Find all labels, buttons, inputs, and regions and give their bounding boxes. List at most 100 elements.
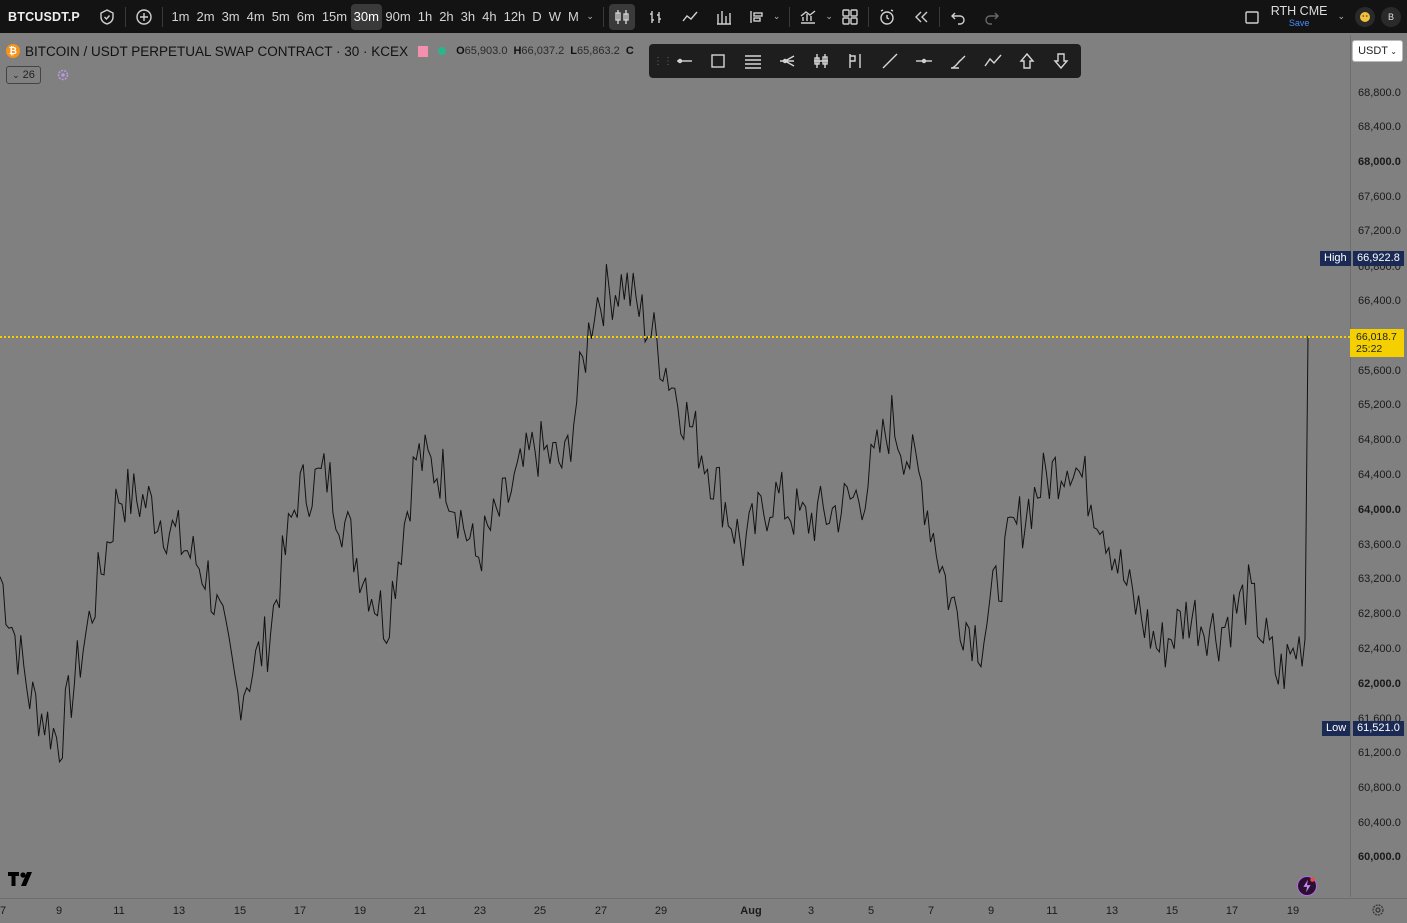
tradingview-logo[interactable] — [7, 870, 37, 888]
indicator-count: 26 — [22, 69, 35, 81]
indicators-icon[interactable] — [795, 4, 821, 30]
interval-m[interactable]: M — [564, 4, 582, 30]
avatar[interactable]: B — [1381, 6, 1401, 27]
price-tick: 60,400.0 — [1358, 817, 1401, 829]
price-tick: 61,200.0 — [1358, 747, 1401, 759]
symbol-search-button[interactable]: BTCUSDT.P — [0, 0, 80, 33]
currency-select[interactable]: USDT ⌄ — [1352, 40, 1403, 62]
path-icon[interactable] — [976, 44, 1010, 78]
interval-w[interactable]: W — [545, 4, 564, 30]
interval-90m[interactable]: 90m — [382, 4, 414, 30]
price-range-icon[interactable] — [804, 44, 838, 78]
bars-chart-type-icon[interactable] — [643, 4, 669, 30]
ohlc-high: H66,037.2 — [513, 45, 565, 57]
redo-icon[interactable] — [979, 4, 1005, 30]
trend-line-icon[interactable] — [873, 44, 907, 78]
interval-3m[interactable]: 3m — [218, 4, 243, 30]
columns-chart-type-icon[interactable] — [711, 4, 737, 30]
time-tick: 5 — [867, 905, 875, 917]
price-chart[interactable] — [0, 35, 1350, 897]
price-tick: 63,600.0 — [1358, 539, 1401, 551]
price-tick: 67,600.0 — [1358, 191, 1401, 203]
bar-countdown: 25:22 — [1356, 343, 1383, 355]
indicator-settings-icon[interactable] — [56, 68, 70, 82]
emoji-icon[interactable] — [1355, 6, 1375, 27]
interval-2h[interactable]: 2h — [436, 4, 457, 30]
interval-30m[interactable]: 30m — [350, 3, 382, 30]
market-status-icon[interactable] — [438, 47, 447, 55]
layouts-grid-icon[interactable] — [837, 4, 863, 30]
shield-icon[interactable] — [94, 4, 120, 30]
price-tick: 65,600.0 — [1358, 365, 1401, 377]
parallel-channel-icon[interactable] — [736, 44, 770, 78]
replay-icon[interactable] — [908, 4, 934, 30]
horizontal-line-icon[interactable] — [907, 44, 941, 78]
fullscreen-square-icon[interactable] — [1239, 4, 1265, 30]
interval-d[interactable]: D — [529, 4, 545, 30]
candles-chart-type-icon[interactable] — [608, 3, 635, 30]
time-axis[interactable] — [0, 898, 1407, 923]
price-tick: 62,000.0 — [1358, 678, 1401, 690]
layout-chevron-down-icon[interactable]: ⌄ — [1333, 11, 1349, 22]
tradingview-app: BTCUSDT.P 1m 2m 3m 4m 5m 6m 15m 30m 90m 1h 2h 3h 4h 1… — [0, 0, 1407, 923]
bitcoin-logo-icon: ₿ — [6, 44, 20, 58]
price-tick: 64,400.0 — [1358, 469, 1401, 481]
last-price-value: 66,018.7 — [1356, 331, 1397, 343]
chart-type-chevron-down-icon[interactable]: ⌄ — [769, 11, 785, 22]
time-tick: 19 — [353, 905, 367, 917]
add-symbol-icon[interactable] — [131, 4, 157, 30]
lightning-bolt-icon[interactable] — [1297, 876, 1317, 896]
price-tick: 68,400.0 — [1358, 121, 1401, 133]
interval-4h[interactable]: 4h — [479, 4, 500, 30]
time-tick: 7 — [927, 905, 935, 917]
interval-6m[interactable]: 6m — [293, 4, 318, 30]
high-label-badge: High — [1320, 251, 1351, 266]
time-tick: 17 — [1225, 905, 1239, 917]
indicators-chevron-down-icon[interactable]: ⌄ — [821, 11, 837, 22]
chart-style-icon[interactable] — [743, 4, 769, 30]
time-tick: 13 — [172, 905, 186, 917]
interval-2m[interactable]: 2m — [193, 4, 218, 30]
arrow-down-icon[interactable] — [1044, 44, 1078, 78]
interval-15m[interactable]: 15m — [318, 4, 350, 30]
time-tick: 25 — [533, 905, 547, 917]
time-tick: 7 — [0, 905, 7, 917]
drag-handle-icon[interactable]: ⋮⋮ — [653, 56, 673, 67]
chart-legend: ₿ BITCOIN / USDT PERPETUAL SWAP CONTRACT… — [6, 42, 640, 60]
interval-chevron-down-icon[interactable]: ⌄ — [582, 11, 598, 22]
currency-label: USDT — [1358, 45, 1389, 57]
symbol-title[interactable]: BITCOIN / USDT PERPETUAL SWAP CONTRACT ·… — [25, 44, 408, 59]
time-tick: 17 — [293, 905, 307, 917]
pitchfork-icon[interactable] — [770, 44, 804, 78]
price-tick: 60,000.0 — [1358, 851, 1401, 863]
interval-4m[interactable]: 4m — [243, 4, 268, 30]
line-chart-type-icon[interactable] — [677, 4, 703, 30]
interval-12h[interactable]: 12h — [500, 4, 529, 30]
price-tick: 68,800.0 — [1358, 87, 1401, 99]
indicators-toggle-button[interactable]: ⌄ 26 — [6, 66, 41, 84]
interval-3h[interactable]: 3h — [457, 4, 478, 30]
brush-icon[interactable] — [941, 44, 975, 78]
last-price-badge: 66,018.7 25:22 — [1350, 329, 1404, 357]
drawing-toolbar: ⋮⋮ — [649, 44, 1081, 78]
ohlc-close: C — [625, 45, 634, 57]
rectangle-icon[interactable] — [701, 44, 735, 78]
layout-save-button[interactable]: RTH CME Save — [1271, 4, 1328, 29]
horizontal-ray-icon[interactable] — [667, 44, 701, 78]
price-tick: 64,000.0 — [1358, 504, 1401, 516]
flag-icon[interactable] — [418, 45, 429, 57]
long-position-icon[interactable] — [838, 44, 872, 78]
time-tick: 21 — [413, 905, 427, 917]
price-tick: 62,400.0 — [1358, 643, 1401, 655]
arrow-up-icon[interactable] — [1010, 44, 1044, 78]
alert-clock-icon[interactable] — [874, 4, 900, 30]
ohlc-low: L65,863.2 — [570, 45, 620, 57]
price-tick: 63,200.0 — [1358, 573, 1401, 585]
time-tick: 11 — [1046, 905, 1058, 917]
undo-icon[interactable] — [945, 4, 971, 30]
high-value-badge: 66,922.8 — [1353, 251, 1404, 266]
interval-1h[interactable]: 1h — [414, 4, 435, 30]
interval-1m[interactable]: 1m — [168, 4, 193, 30]
interval-5m[interactable]: 5m — [268, 4, 293, 30]
axis-settings-gear-icon[interactable] — [1371, 903, 1385, 917]
